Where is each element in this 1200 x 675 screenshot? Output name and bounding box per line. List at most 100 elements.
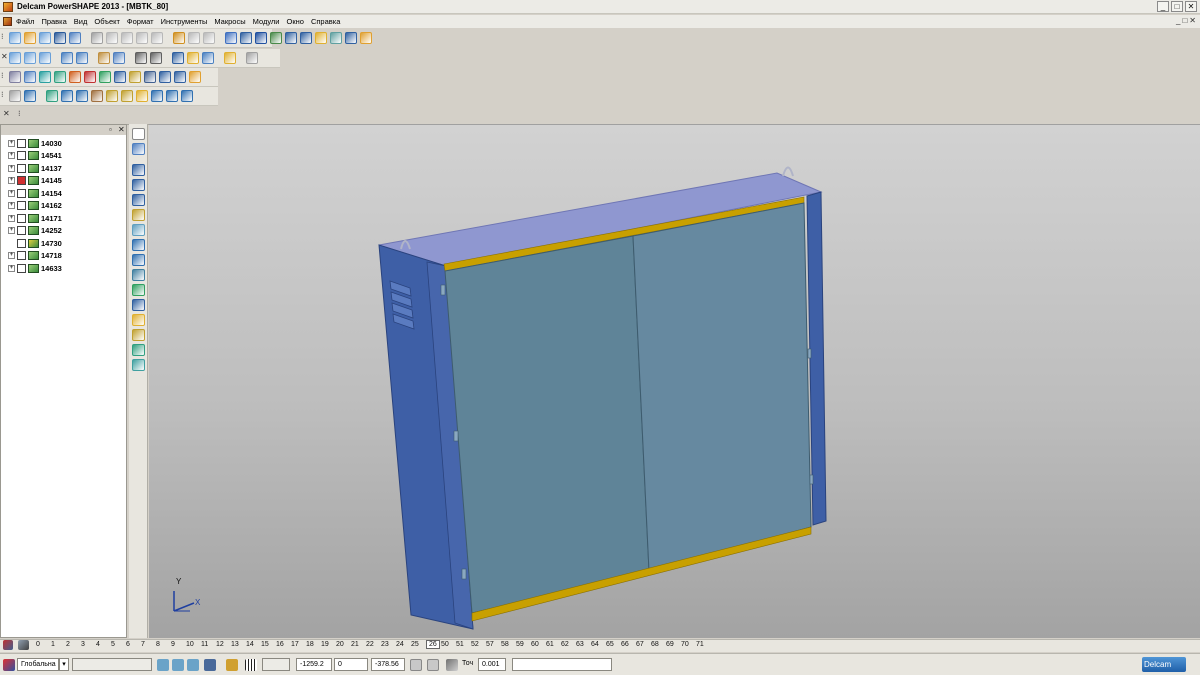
layer-58[interactable]: 58 [501,641,509,648]
toolbar-close[interactable]: ✕ [3,109,10,122]
tb4-tool-icon[interactable] [76,90,88,102]
expand-icon[interactable]: + [8,227,15,234]
layer-2[interactable]: 2 [66,641,70,648]
layer-22[interactable]: 22 [366,641,374,648]
tb3-tool-icon[interactable] [54,71,66,83]
layer-settings-icon[interactable] [3,640,13,650]
expand-icon[interactable]: + [8,252,15,259]
tb2-tool-icon[interactable] [202,52,214,64]
tb2-tool-icon[interactable] [61,52,73,64]
layer-18[interactable]: 18 [306,641,314,648]
layer-21[interactable]: 21 [351,641,359,648]
close-icon[interactable]: ✕ [118,125,125,134]
tb4-tool-icon[interactable] [9,90,21,102]
layer-24[interactable]: 24 [396,641,404,648]
pin-icon[interactable]: ▫ [109,125,112,134]
mdi-minimize-button[interactable]: _ [1176,16,1180,25]
list-icon[interactable] [427,659,439,671]
menu-view[interactable]: Вид [74,17,88,26]
tree-item[interactable]: +14252 [8,225,62,237]
toolbar-grip[interactable]: ⁝ [18,109,23,122]
layer-67[interactable]: 67 [636,641,644,648]
tb1-tool-icon[interactable] [106,32,118,44]
coord-z-field[interactable]: -378.56 [371,658,405,671]
vertical-tool-icon[interactable] [132,299,145,311]
level-select[interactable] [72,658,152,671]
select-tool-icon[interactable] [132,128,145,140]
door-right[interactable] [632,202,812,572]
menu-tools[interactable]: Инструменты [161,17,208,26]
tb4-tool-icon[interactable] [24,90,36,102]
vertical-tool-icon[interactable] [132,314,145,326]
tb4-tool-icon[interactable] [121,90,133,102]
tb1-tool-icon[interactable] [39,32,51,44]
layer-68[interactable]: 68 [651,641,659,648]
tb1-tool-icon[interactable] [121,32,133,44]
grid-icon[interactable] [245,659,257,671]
tb1-tool-icon[interactable] [9,32,21,44]
tb1-tool-icon[interactable] [136,32,148,44]
tb2-tool-icon[interactable] [76,52,88,64]
layer-65[interactable]: 65 [606,641,614,648]
tb3-tool-icon[interactable] [144,71,156,83]
menu-modules[interactable]: Модули [253,17,280,26]
tb2-tool-icon[interactable] [24,52,36,64]
layer-9[interactable]: 9 [171,641,175,648]
tb3-tool-icon[interactable] [174,71,186,83]
layer-tool-icon[interactable] [18,640,29,650]
tolerance-icon[interactable] [446,659,458,671]
expand-icon[interactable]: + [8,139,15,147]
vertical-tool-icon[interactable] [132,284,145,296]
tb2-tool-icon[interactable] [150,52,162,64]
tb3-tool-icon[interactable] [24,71,36,83]
vertical-tool-icon[interactable] [132,179,145,191]
layer-61[interactable]: 61 [546,641,554,648]
maximize-button[interactable]: □ [1171,1,1183,12]
layer-11[interactable]: 11 [201,641,208,648]
view-front-icon[interactable] [172,659,184,671]
tree-item[interactable]: +14633 [8,262,62,274]
tb4-tool-icon[interactable] [106,90,118,102]
tb1-tool-icon[interactable] [330,32,342,44]
layer-69[interactable]: 69 [666,641,674,648]
tb1-tool-icon[interactable] [360,32,372,44]
tb3-tool-icon[interactable] [69,71,81,83]
tree-item[interactable]: +14718 [8,250,62,262]
tb4-tool-icon[interactable] [151,90,163,102]
workplane-select[interactable]: Глобальна [17,658,59,671]
tb1-tool-icon[interactable] [203,32,215,44]
toolbar-grip[interactable]: ⁝ [1,90,6,103]
menu-macros[interactable]: Макросы [214,17,245,26]
layer-19[interactable]: 19 [321,641,329,648]
tb4-tool-icon[interactable] [46,90,58,102]
layer-20[interactable]: 20 [336,641,344,648]
workplane-dropdown-arrow[interactable]: ▾ [59,658,69,671]
tb3-tool-icon[interactable] [189,71,201,83]
tb3-tool-icon[interactable] [159,71,171,83]
tb1-tool-icon[interactable] [315,32,327,44]
layer-70[interactable]: 70 [681,641,689,648]
menu-object[interactable]: Объект [94,17,120,26]
tb2-tool-icon[interactable] [187,52,199,64]
layer-71[interactable]: 71 [696,641,704,648]
tb2-tool-icon[interactable] [9,52,21,64]
layer-3[interactable]: 3 [81,641,85,648]
expand-icon[interactable]: + [8,164,15,172]
expand-icon[interactable]: + [8,264,15,272]
tb1-tool-icon[interactable] [151,32,163,44]
tb2-tool-icon[interactable] [39,52,51,64]
layer-15[interactable]: 15 [261,641,269,648]
door-left[interactable] [444,235,650,614]
grid-field[interactable] [262,658,290,671]
minimize-button[interactable]: _ [1157,1,1169,12]
tb2-tool-icon[interactable] [135,52,147,64]
command-field[interactable] [512,658,612,671]
layer-64[interactable]: 64 [591,641,599,648]
tree-item[interactable]: +14154 [8,187,62,199]
tb1-tool-icon[interactable] [225,32,237,44]
workplane-icon[interactable] [3,659,15,671]
menu-edit[interactable]: Правка [41,17,66,26]
tree-item[interactable]: 14730 [8,237,62,249]
layer-17[interactable]: 17 [291,641,299,648]
expand-icon[interactable]: + [8,177,15,184]
